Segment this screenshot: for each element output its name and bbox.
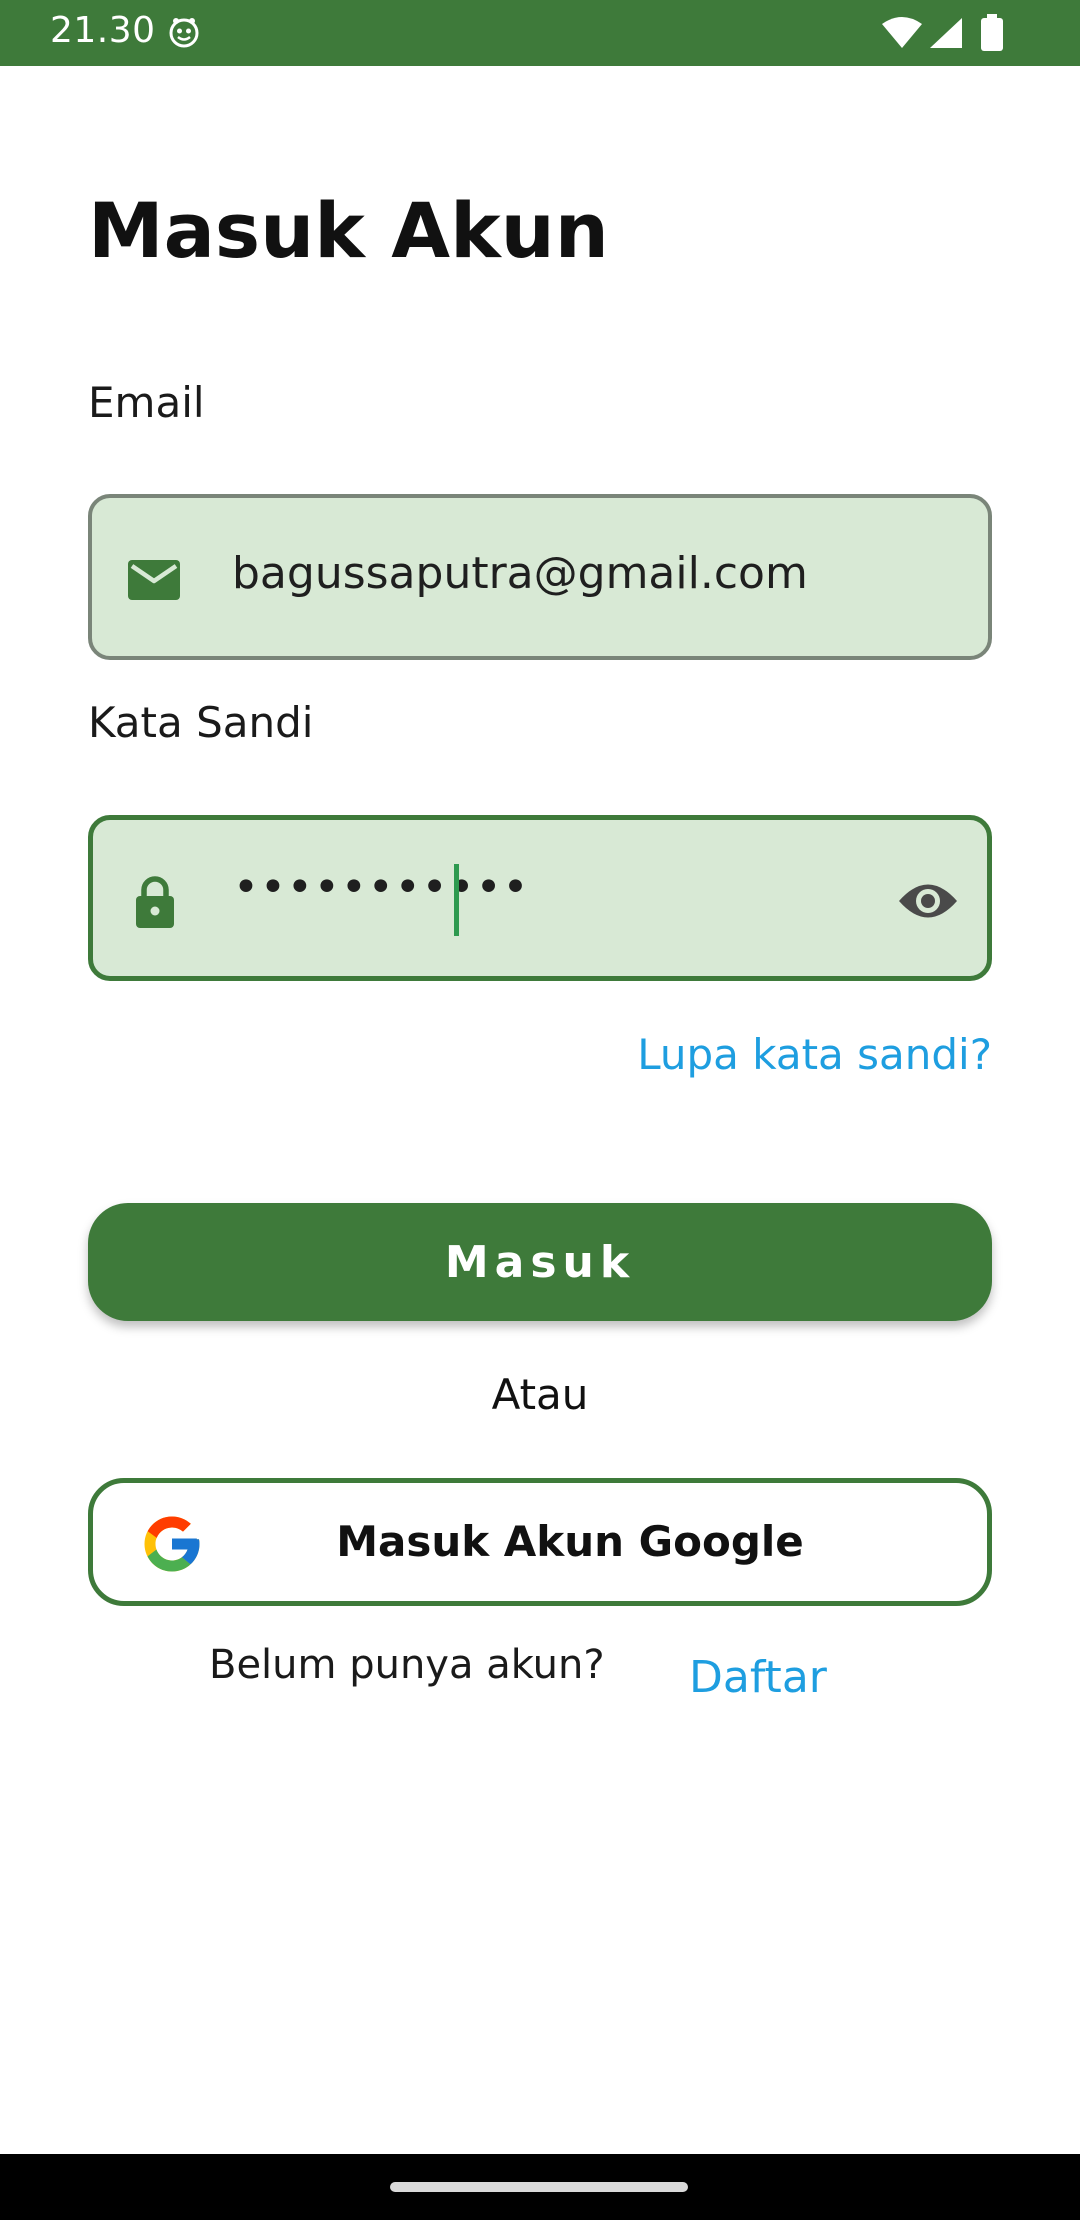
navigation-bar: [0, 2154, 1080, 2220]
mail-icon: [128, 560, 180, 600]
no-account-text: Belum punya akun?: [209, 1642, 605, 1688]
password-label: Kata Sandi: [88, 698, 314, 747]
status-time: 21.30: [50, 10, 156, 51]
login-button[interactable]: Masuk: [88, 1203, 992, 1321]
email-label: Email: [88, 378, 205, 427]
login-button-label: Masuk: [444, 1236, 636, 1288]
text-cursor: [454, 864, 459, 936]
password-field[interactable]: •••••••••••: [88, 815, 992, 981]
email-value: bagussaputra@gmail.com: [232, 548, 808, 599]
google-login-button[interactable]: Masuk Akun Google: [88, 1478, 992, 1606]
home-handle[interactable]: [390, 2182, 688, 2192]
email-field[interactable]: bagussaputra@gmail.com: [88, 494, 992, 660]
lock-icon: [136, 876, 174, 928]
google-login-label: Masuk Akun Google: [336, 1517, 804, 1566]
or-separator: Atau: [491, 1370, 589, 1419]
forgot-password-link[interactable]: Lupa kata sandi?: [637, 1030, 992, 1079]
password-value: •••••••••••: [233, 862, 530, 913]
page-title: Masuk Akun: [88, 186, 609, 275]
register-link[interactable]: Daftar: [689, 1652, 827, 1703]
status-bar: 21.30: [0, 0, 1080, 66]
wifi-icon: [882, 17, 922, 48]
face-notification-icon: [169, 18, 199, 48]
battery-icon: [981, 14, 1003, 51]
login-screen: 21.30 Masuk Akun Email bagussaputra@gmai…: [0, 0, 1080, 2220]
signal-icon: [930, 18, 962, 48]
eye-icon[interactable]: [897, 874, 959, 928]
